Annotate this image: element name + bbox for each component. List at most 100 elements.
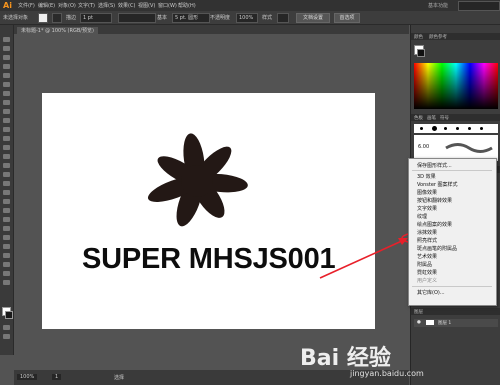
preferences-button[interactable]: 首选项 <box>334 13 360 23</box>
eraser-tool-icon[interactable] <box>3 136 10 141</box>
symbol-sprayer-tool-icon[interactable] <box>3 235 10 240</box>
headline-text[interactable]: SUPER MHSJS001 <box>82 243 342 276</box>
search-input[interactable] <box>458 1 500 11</box>
variable-width-select[interactable] <box>118 13 156 23</box>
menu-type[interactable]: 文字(T) <box>78 2 95 9</box>
flower-artwork[interactable] <box>42 93 375 329</box>
blob-brush-tool-icon[interactable] <box>3 127 10 132</box>
stroke-swatch[interactable] <box>52 13 62 23</box>
layer-row[interactable]: ● 图层 1 <box>414 319 498 327</box>
direct-selection-tool-icon[interactable] <box>3 46 10 51</box>
menu-item-user-defined[interactable]: 用户定义 <box>417 277 437 284</box>
zoom-level[interactable]: 100% <box>17 374 38 380</box>
menu-item-scribble-effects[interactable]: 涂抹效果 <box>417 229 437 236</box>
menu-item-blob-brush-addons[interactable]: 斑点画笔的附属品 <box>417 245 457 252</box>
menu-item-button-rollover[interactable]: 按钮和翻转效果 <box>417 197 452 204</box>
drawing-mode-icon[interactable] <box>3 325 10 330</box>
brush-definition-select[interactable]: 5 pt. 圆形 <box>172 13 210 23</box>
menu-item-artistic-effects[interactable]: 艺术效果 <box>417 253 437 260</box>
selection-tool-icon[interactable] <box>3 37 10 42</box>
brush-preset[interactable] <box>468 127 471 130</box>
rotate-tool-icon[interactable] <box>3 145 10 150</box>
annotation-arrow-head <box>398 238 408 245</box>
menu-help[interactable]: 帮助(H) <box>178 2 196 9</box>
tab-symbols[interactable]: 符号 <box>440 115 449 121</box>
menu-item-vonster[interactable]: Vonster 图案样式 <box>417 181 458 188</box>
menu-item-additive[interactable]: 附属品 <box>417 261 432 268</box>
menu-effect[interactable]: 效果(C) <box>118 2 135 9</box>
menu-item-3d-effects[interactable]: 3D 效果 <box>417 173 436 180</box>
blend-tool-icon[interactable] <box>3 226 10 231</box>
paintbrush-tool-icon[interactable] <box>3 109 10 114</box>
layer-name[interactable]: 图层 1 <box>438 320 451 326</box>
hand-tool-icon[interactable] <box>3 271 10 276</box>
color-panel-header: 颜色 颜色参考 <box>411 33 500 40</box>
menu-item-textures[interactable]: 纹理 <box>417 213 427 220</box>
tab-swatches[interactable]: 色板 <box>414 115 423 121</box>
artboard-tool-icon[interactable] <box>3 253 10 258</box>
screen-mode-icon[interactable] <box>3 334 10 339</box>
eye-icon[interactable]: ● <box>417 320 421 325</box>
menu-item-pattern-effects[interactable]: 绘点图案的效果 <box>417 221 452 228</box>
shape-builder-tool-icon[interactable] <box>3 181 10 186</box>
free-transform-tool-icon[interactable] <box>3 172 10 177</box>
brush-row[interactable] <box>414 124 498 133</box>
menu-item-text-effects[interactable]: 文字效果 <box>417 205 437 212</box>
menu-separator <box>412 286 492 287</box>
column-graph-tool-icon[interactable] <box>3 244 10 249</box>
rectangle-tool-icon[interactable] <box>3 100 10 105</box>
menu-object[interactable]: 对象(O) <box>58 2 76 9</box>
artboard[interactable]: SUPER MHSJS001 <box>42 93 375 329</box>
opacity-field[interactable]: 100% <box>236 13 258 23</box>
fill-swatch[interactable] <box>38 13 48 23</box>
perspective-grid-tool-icon[interactable] <box>3 190 10 195</box>
tools-panel <box>0 25 14 355</box>
menu-item-image-effects[interactable]: 图像效果 <box>417 189 437 196</box>
menu-window[interactable]: 窗口(W) <box>158 2 177 9</box>
document-setup-button[interactable]: 文档设置 <box>296 13 330 23</box>
graphic-styles-library-menu: 保存图形样式... 3D 效果 Vonster 图案样式 图像效果 按钮和翻转效… <box>408 158 497 306</box>
slice-tool-icon[interactable] <box>3 262 10 267</box>
type-tool-icon[interactable] <box>3 82 10 87</box>
tab-layers[interactable]: 图层 <box>414 309 423 315</box>
gradient-tool-icon[interactable] <box>3 208 10 213</box>
line-tool-icon[interactable] <box>3 91 10 96</box>
brush-preset[interactable] <box>420 127 423 130</box>
eyedropper-tool-icon[interactable] <box>3 217 10 222</box>
document-tab[interactable]: 未标题-1* @ 100% (RGB/预览) <box>17 27 98 34</box>
scale-tool-icon[interactable] <box>3 154 10 159</box>
menu-select[interactable]: 选择(S) <box>98 2 115 9</box>
pen-tool-icon[interactable] <box>3 73 10 78</box>
selection-status: 未选择对象 <box>3 15 29 21</box>
menu-view[interactable]: 视图(V) <box>138 2 155 9</box>
brush-preset[interactable] <box>456 127 459 130</box>
brush-preset[interactable] <box>432 126 437 131</box>
pencil-tool-icon[interactable] <box>3 118 10 123</box>
page-number[interactable]: 1 <box>52 374 62 380</box>
layer-thumbnail <box>426 320 434 325</box>
menu-file[interactable]: 文件(F) <box>18 2 35 9</box>
stroke-color-icon[interactable] <box>417 49 425 57</box>
menu-item-neon-effects[interactable]: 霓虹效果 <box>417 269 437 276</box>
menu-edit[interactable]: 编辑(E) <box>38 2 55 9</box>
tab-color[interactable]: 颜色 <box>414 34 423 40</box>
mesh-tool-icon[interactable] <box>3 199 10 204</box>
tab-color-guide[interactable]: 颜色参考 <box>429 34 447 40</box>
brush-label: 基本 <box>157 15 168 21</box>
brush-preset[interactable] <box>444 127 447 130</box>
style-select[interactable] <box>277 13 289 23</box>
workspace-switcher[interactable]: 基本功能 <box>428 2 448 9</box>
magic-wand-tool-icon[interactable] <box>3 55 10 60</box>
width-tool-icon[interactable] <box>3 163 10 168</box>
menu-item-illuminate-styles[interactable]: 照亮样式 <box>417 237 437 244</box>
color-spectrum[interactable] <box>414 63 498 109</box>
menu-item-other-library[interactable]: 其它库(O)... <box>417 289 445 296</box>
stroke-weight-field[interactable]: 1 pt <box>80 13 112 23</box>
tab-brushes[interactable]: 画笔 <box>427 115 436 121</box>
zoom-tool-icon[interactable] <box>3 280 10 285</box>
menu-item-save-style[interactable]: 保存图形样式... <box>417 162 452 169</box>
stroke-color-icon[interactable] <box>5 311 13 319</box>
brush-preset[interactable] <box>480 127 483 130</box>
lasso-tool-icon[interactable] <box>3 64 10 69</box>
menu-bar: Ai 文件(F) 编辑(E) 对象(O) 文字(T) 选择(S) 效果(C) 视… <box>0 0 500 11</box>
